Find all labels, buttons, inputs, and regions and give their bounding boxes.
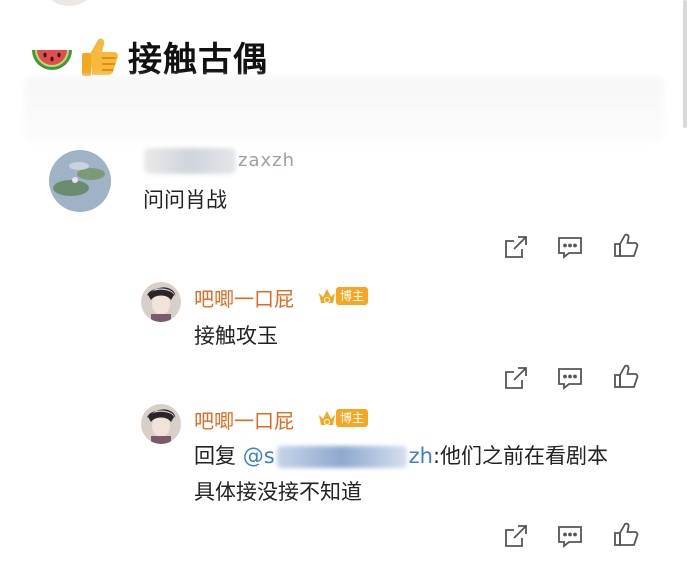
reply-line-1: :他们之前在看剧本 xyxy=(432,444,609,468)
obscured-content xyxy=(24,76,664,142)
commenter-avatar[interactable] xyxy=(49,150,111,212)
comment-icon[interactable] xyxy=(556,233,584,261)
replier-name[interactable]: 吧唧一口屁 xyxy=(194,283,294,312)
reply-line-2: 具体接没接不知道 xyxy=(194,480,362,504)
share-icon[interactable] xyxy=(502,364,530,392)
replier-avatar[interactable] xyxy=(141,282,181,322)
commenter-name-blurred[interactable] xyxy=(144,148,236,174)
watermelon-icon xyxy=(28,32,76,80)
share-icon[interactable] xyxy=(502,233,530,261)
reply-text: 回复 @s zh:他们之前在看剧本 具体接没接不知道 xyxy=(194,438,608,510)
blogger-badge: 博主 xyxy=(316,407,369,429)
thumbs-up-icon xyxy=(76,32,124,80)
reply-text: 接触攻玉 xyxy=(194,324,278,348)
comment-icon[interactable] xyxy=(556,364,584,392)
mention-link[interactable]: @s zh xyxy=(243,444,433,468)
previous-avatar xyxy=(44,0,94,6)
comment-icon[interactable] xyxy=(556,522,584,550)
like-icon[interactable] xyxy=(612,521,640,549)
crown-icon xyxy=(316,407,338,429)
scrollbar[interactable] xyxy=(683,0,687,128)
replier-name[interactable]: 吧唧一口屁 xyxy=(194,405,294,434)
like-icon[interactable] xyxy=(612,232,640,260)
commenter-name[interactable]: zaxzh xyxy=(238,150,295,171)
blogger-badge: 博主 xyxy=(316,285,369,307)
comment-text: 问问肖战 xyxy=(143,188,227,212)
replier-avatar[interactable] xyxy=(141,404,181,444)
share-icon[interactable] xyxy=(502,522,530,550)
post-title: 接触古偶 xyxy=(128,39,268,80)
like-icon[interactable] xyxy=(612,363,640,391)
crown-icon xyxy=(316,285,338,307)
reply-prefix: 回复 xyxy=(194,444,236,468)
